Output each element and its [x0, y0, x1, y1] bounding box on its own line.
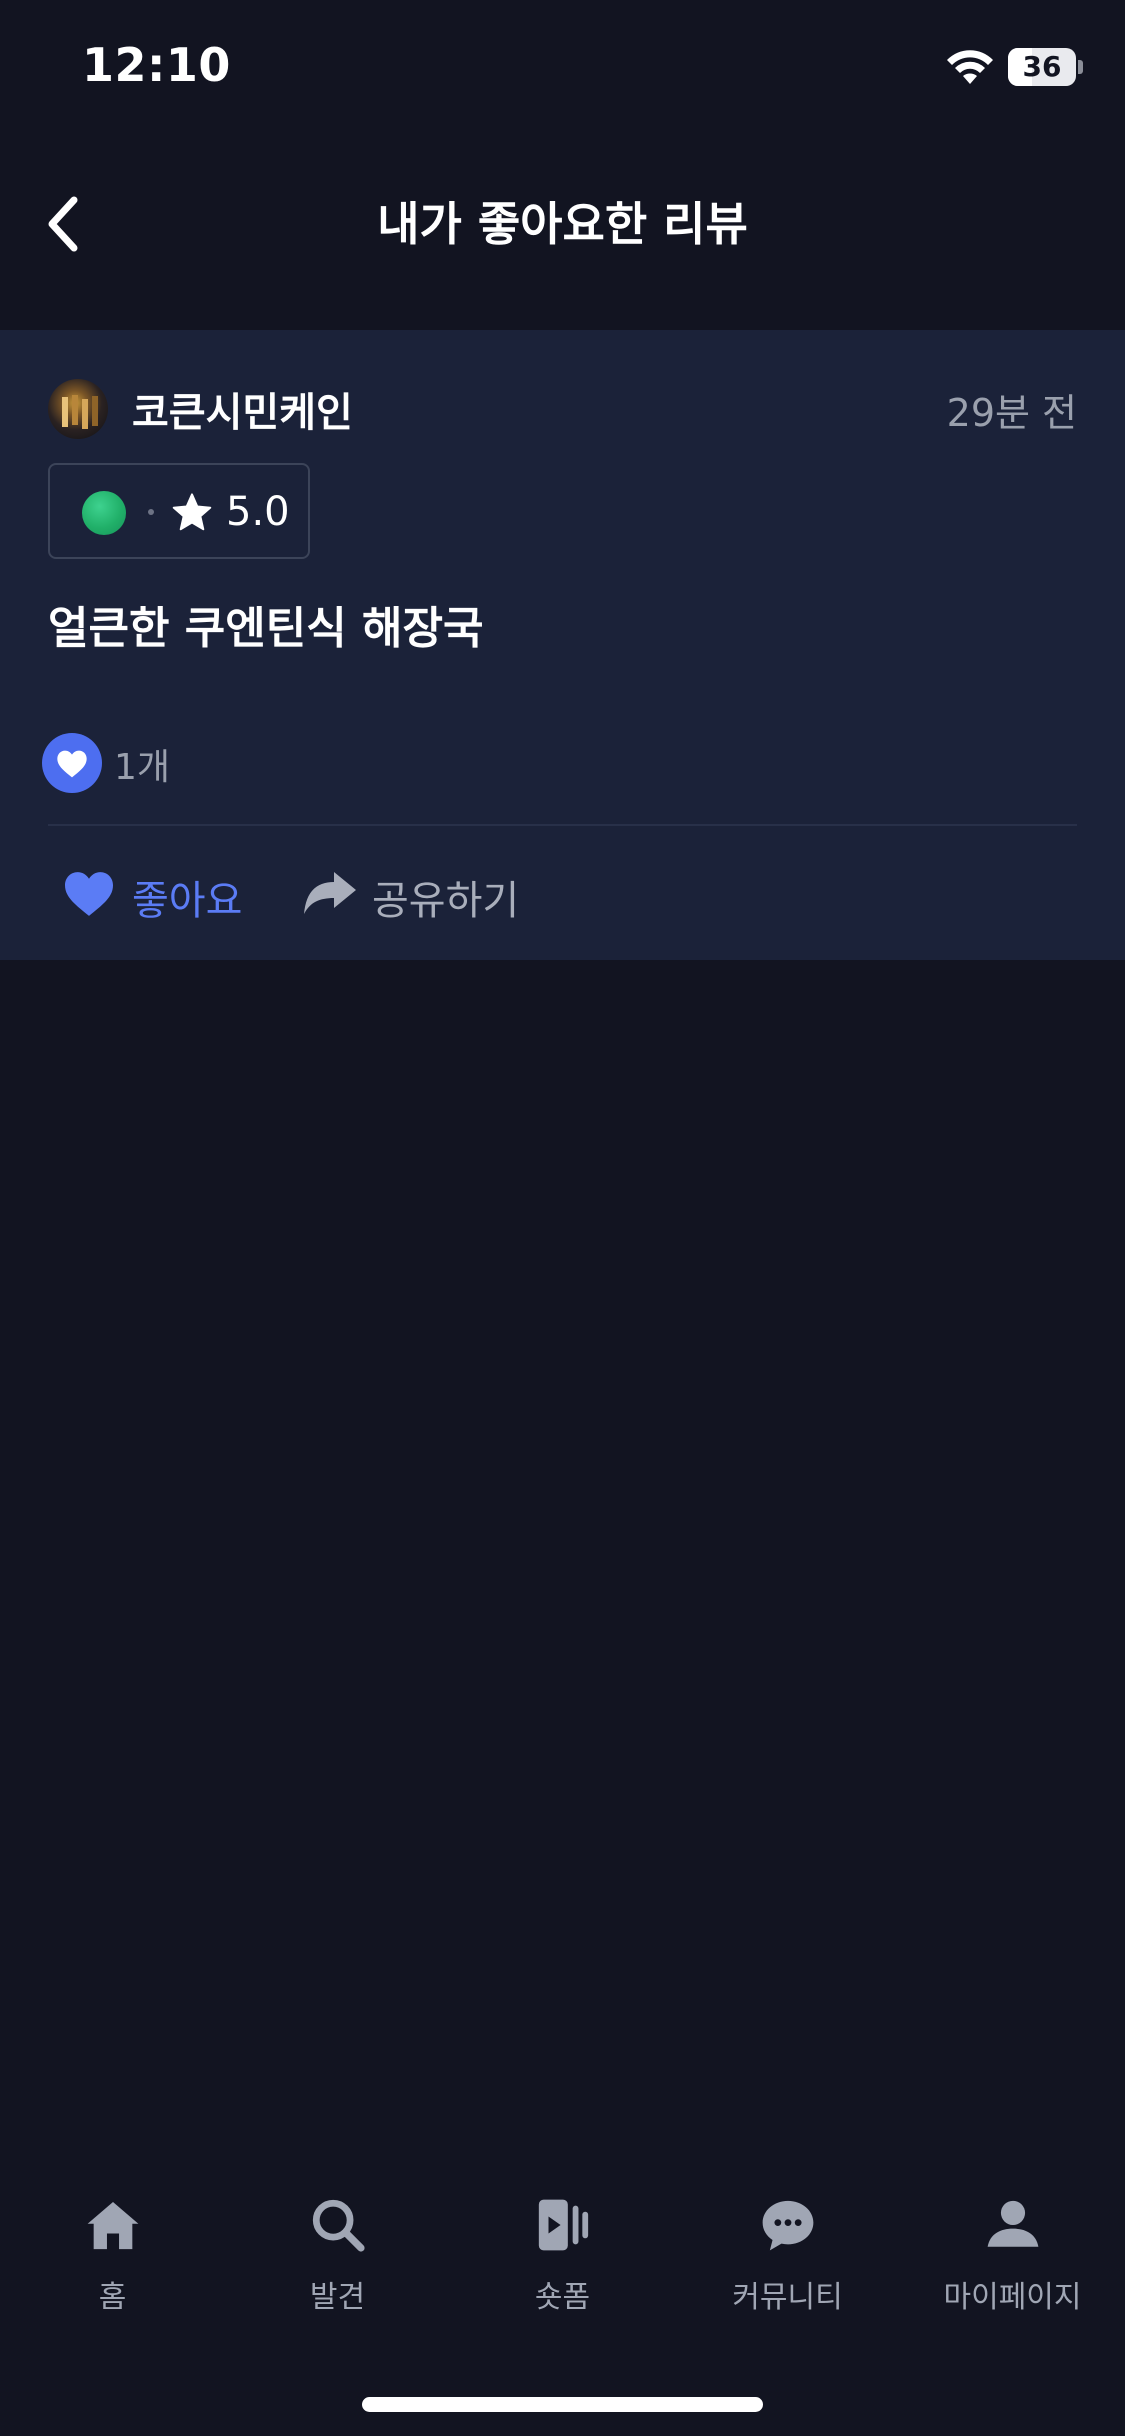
author-name[interactable]: 코큰시민케인: [132, 380, 353, 438]
tab-shortform[interactable]: 숏폼: [450, 2140, 675, 2320]
review-card[interactable]: 코큰시민케인 29분 전 5.0 얼큰한 쿠엔틴식 해장국 1개 좋아요 공유하…: [0, 330, 1125, 960]
battery-percentage: 36: [1022, 50, 1062, 83]
review-text[interactable]: 얼큰한 쿠엔틴식 해장국: [48, 592, 483, 656]
search-icon: [312, 2199, 365, 2252]
tab-label: 숏폼: [534, 2280, 591, 2315]
person-icon: [987, 2200, 1039, 2247]
rating-value: 5.0: [226, 489, 290, 535]
share-arrow-icon: [304, 872, 356, 914]
tab-label: 커뮤니티: [732, 2280, 843, 2315]
like-label: 좋아요: [132, 878, 243, 924]
status-bar: 12:10 36: [0, 0, 1125, 140]
like-count: 1개: [114, 747, 171, 788]
battery-cap: [1078, 60, 1083, 74]
heart-icon: [65, 872, 113, 916]
battery-icon: 36: [1008, 48, 1076, 86]
like-count-icon: [42, 733, 102, 793]
share-label: 공유하기: [372, 878, 520, 924]
tab-home[interactable]: 홈: [0, 2140, 225, 2320]
star-icon: [172, 493, 212, 531]
tab-label: 발견: [309, 2280, 366, 2315]
share-button[interactable]: 공유하기: [300, 858, 540, 928]
wifi-icon: [947, 50, 993, 84]
header: 내가 좋아요한 리뷰: [0, 140, 1125, 330]
tab-mypage[interactable]: 마이페이지: [900, 2140, 1125, 2320]
avatar[interactable]: [48, 379, 108, 439]
page-title: 내가 좋아요한 리뷰: [377, 197, 748, 251]
review-timestamp: 29분 전: [946, 391, 1077, 435]
divider: [48, 824, 1077, 826]
home-indicator[interactable]: [362, 2397, 763, 2412]
heart-icon: [57, 750, 87, 778]
like-button[interactable]: 좋아요: [58, 858, 258, 928]
tab-bar: 홈 발견 숏폼 커뮤니티 마이페이지: [0, 2140, 1125, 2340]
chat-bubble-icon: [762, 2200, 814, 2251]
tab-community[interactable]: 커뮤니티: [675, 2140, 900, 2320]
tab-label: 마이페이지: [943, 2280, 1082, 2315]
rating-category-dot: [82, 491, 126, 535]
short-video-icon: [538, 2199, 589, 2251]
tab-label: 홈: [98, 2280, 127, 2315]
home-icon: [87, 2202, 139, 2250]
rating-badge: 5.0: [48, 463, 310, 559]
rating-separator: [148, 509, 154, 515]
status-time: 12:10: [82, 38, 231, 92]
tab-discover[interactable]: 발견: [225, 2140, 450, 2320]
